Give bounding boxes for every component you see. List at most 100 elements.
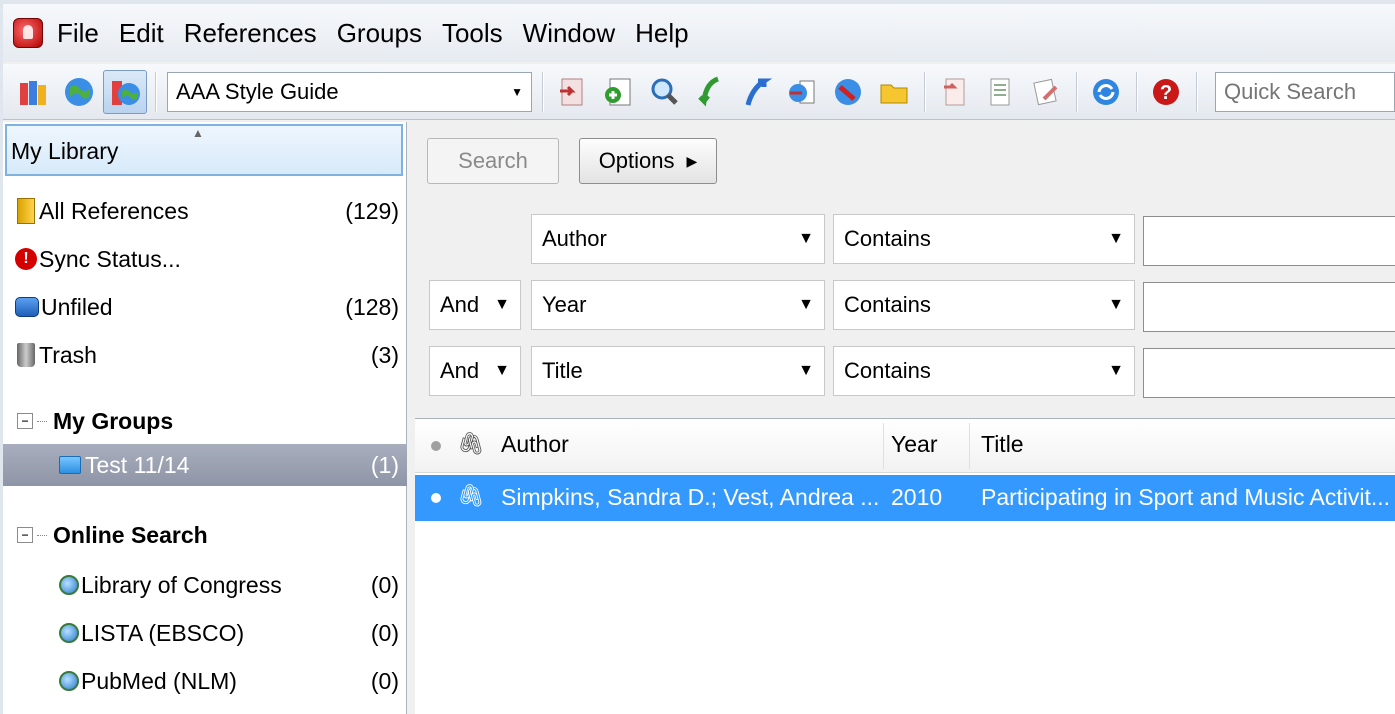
- menu-groups[interactable]: Groups: [337, 18, 422, 49]
- find-forward-button[interactable]: [734, 70, 778, 114]
- search-value-input-1[interactable]: [1143, 216, 1395, 266]
- chevron-down-icon: ▼: [798, 296, 814, 313]
- column-header-author[interactable]: Author: [501, 431, 569, 458]
- quick-search-input[interactable]: [1215, 72, 1395, 112]
- toolbar-separator: [1196, 71, 1198, 112]
- online-search-mode-button[interactable]: [57, 70, 101, 114]
- collapse-icon[interactable]: −: [17, 413, 33, 429]
- online-link-button[interactable]: [780, 70, 824, 114]
- format-bibliography-button[interactable]: [978, 70, 1022, 114]
- output-style-select[interactable]: AAA Style Guide ▼: [167, 71, 532, 112]
- chevron-down-icon: ▼: [1108, 296, 1124, 313]
- copy-formatted-button[interactable]: [1024, 70, 1068, 114]
- online-search-icon: [59, 623, 79, 643]
- trash-icon: [17, 343, 35, 367]
- search-button[interactable]: Search: [427, 138, 559, 184]
- row-year: 2010: [891, 484, 943, 510]
- reference-list: 🖇 Author Year Title 🖇 Simpkins, Sandra D…: [415, 418, 1395, 714]
- read-status-icon: [431, 493, 441, 503]
- group-test-11-14[interactable]: Test 11/14 (1): [3, 444, 407, 486]
- import-button[interactable]: [550, 70, 594, 114]
- menu-bar: File Edit References Groups Tools Window…: [3, 4, 1395, 62]
- toolbar-separator: [924, 71, 926, 112]
- insert-citation-icon: [944, 78, 965, 105]
- chevron-right-icon: ▶: [686, 152, 698, 169]
- search-value-input-3[interactable]: [1143, 348, 1395, 398]
- online-search-header[interactable]: − Online Search: [3, 514, 407, 556]
- group-sync-status[interactable]: ! Sync Status...: [3, 238, 407, 280]
- help-button[interactable]: ?: [1144, 70, 1188, 114]
- toolbar-separator: [1076, 71, 1078, 112]
- menu-window[interactable]: Window: [523, 18, 615, 49]
- open-file-button[interactable]: [872, 70, 916, 114]
- toolbar: AAA Style Guide ▼ ? Quick Search: [3, 64, 1395, 120]
- search-boolean-select-2[interactable]: And ▼: [429, 280, 521, 330]
- toolbar-separator: [1136, 71, 1138, 112]
- column-header-year[interactable]: Year: [891, 431, 937, 458]
- alert-icon: !: [15, 248, 37, 270]
- sync-icon: [1093, 78, 1119, 105]
- my-library-label: My Library: [11, 138, 119, 164]
- row-author: Simpkins, Sandra D.; Vest, Andrea ...: [501, 484, 880, 510]
- endnote-window: File Edit References Groups Tools Window…: [3, 4, 1395, 714]
- menu-file[interactable]: File: [57, 18, 99, 49]
- column-header-title[interactable]: Title: [981, 431, 1024, 458]
- search-boolean-select-3[interactable]: And ▼: [429, 346, 521, 396]
- copy-formatted-icon: [1033, 78, 1058, 105]
- search-operator-select-2[interactable]: Contains ▼: [833, 280, 1135, 330]
- online-library-of-congress[interactable]: Library of Congress (0): [3, 564, 407, 606]
- endnote-app-icon[interactable]: [13, 18, 43, 48]
- globe-red-icon: [835, 78, 861, 105]
- search-field-select-2[interactable]: Year ▼: [531, 280, 825, 330]
- new-reference-icon: [605, 78, 631, 105]
- find-back-button[interactable]: [688, 70, 732, 114]
- groups-panel: ▲ My Library All References (129) ! Sync …: [3, 122, 407, 714]
- import-icon: [560, 78, 583, 105]
- collapse-icon[interactable]: −: [17, 527, 33, 543]
- my-groups-header[interactable]: − My Groups: [3, 400, 407, 442]
- group-unfiled[interactable]: Unfiled (128): [3, 286, 407, 328]
- menu-references[interactable]: References: [184, 18, 317, 49]
- options-button[interactable]: Options ▶: [579, 138, 717, 184]
- insert-citation-button[interactable]: [932, 70, 976, 114]
- new-reference-button[interactable]: [596, 70, 640, 114]
- chevron-down-icon: ▼: [511, 84, 523, 99]
- search-operator-select-1[interactable]: Contains ▼: [833, 214, 1135, 264]
- web-link-button[interactable]: [826, 70, 870, 114]
- my-library-header[interactable]: ▲ My Library: [5, 124, 403, 176]
- globe-link-icon: [789, 80, 815, 103]
- attachment-column-icon[interactable]: 🖇: [457, 431, 485, 457]
- arrow-up-icon: [745, 78, 772, 106]
- read-status-column-icon[interactable]: [431, 441, 441, 451]
- online-pubmed-nlm[interactable]: PubMed (NLM) (0): [3, 660, 407, 702]
- toolbar-separator: [542, 71, 544, 112]
- options-label: Options: [598, 148, 675, 173]
- online-lista-ebsco[interactable]: LISTA (EBSCO) (0): [3, 612, 407, 654]
- search-operator-select-3[interactable]: Contains ▼: [833, 346, 1135, 396]
- group-trash[interactable]: Trash (3): [3, 334, 407, 376]
- help-icon: ?: [1153, 78, 1179, 105]
- search-value-input-2[interactable]: [1143, 282, 1395, 332]
- search-panel: Search Options ▶ Author ▼ Contains ▼ And ▼ …: [415, 122, 1395, 410]
- sync-button[interactable]: [1084, 70, 1128, 114]
- book-icon: [17, 198, 35, 224]
- local-library-mode-button[interactable]: [11, 70, 55, 114]
- online-search-icon: [59, 575, 79, 595]
- search-field-select-3[interactable]: Title ▼: [531, 346, 825, 396]
- folder-icon: [59, 456, 81, 474]
- collapse-arrow-icon[interactable]: ▲: [192, 126, 204, 140]
- table-row[interactable]: 🖇 Simpkins, Sandra D.; Vest, Andrea ... …: [415, 475, 1395, 521]
- integrated-library-mode-button[interactable]: [103, 69, 147, 114]
- books-icon: [20, 80, 46, 105]
- menu-tools[interactable]: Tools: [442, 18, 503, 49]
- chevron-down-icon: ▼: [1108, 362, 1124, 379]
- chevron-down-icon: ▼: [798, 230, 814, 247]
- find-full-text-button[interactable]: [642, 70, 686, 114]
- search-field-select-1[interactable]: Author ▼: [531, 214, 825, 264]
- chevron-down-icon: ▼: [798, 362, 814, 379]
- group-all-references[interactable]: All References (129): [3, 190, 407, 232]
- reference-list-header: 🖇 Author Year Title: [415, 419, 1395, 473]
- menu-help[interactable]: Help: [635, 18, 688, 49]
- unfiled-icon: [15, 297, 39, 317]
- menu-edit[interactable]: Edit: [119, 18, 164, 49]
